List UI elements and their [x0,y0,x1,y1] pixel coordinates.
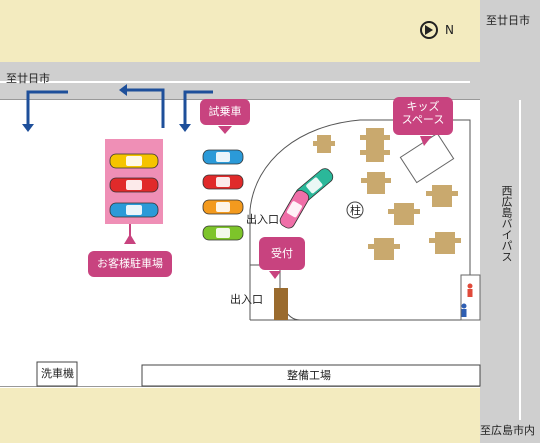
maintenance-shop-label: 整備工場 [287,369,331,382]
showroom-car-pink [279,189,310,229]
test-drive-car-orange [202,199,244,215]
test-drive-car-green [202,225,244,241]
u-turn-arrow-icon [127,88,165,128]
customer-parking-label: お客様駐車場 [97,257,163,270]
test-drive-car-red [202,174,244,190]
kids-space-line1: キッズ [406,100,440,113]
female-restroom-icon [467,283,473,289]
parking-car-red [109,177,159,193]
test-drive-label: 試乗車 [208,105,242,118]
entrance-lower-label: 出入口 [230,293,263,306]
parking-car-yellow [109,153,159,169]
kids-space-tag: キッズ スペース [393,97,453,135]
left-turn-arrow-icon [26,90,68,125]
customer-parking-tag: お客様駐車場 [88,251,172,277]
pillar-label: 柱 [350,204,361,217]
test-drive-tag: 試乗車 [200,99,250,125]
dealer-access-map: N 至廿日市 至廿日市 西広島バイパス 至広島市内 試乗車 キッズ スペース お… [0,0,540,443]
entrance-upper-label: 出入口 [246,213,279,226]
parking-car-blue [109,202,159,218]
reception-tag: 受付 [259,237,305,270]
kids-space-line2: スペース [401,113,445,127]
entrance-door [274,288,288,320]
north-arrow-icon [425,25,433,35]
reception-label: 受付 [271,247,293,260]
test-drive-car-blue [202,149,244,165]
male-restroom-icon [461,303,467,309]
car-wash-label: 洗車機 [41,367,74,380]
traffic-arrows [26,88,213,128]
